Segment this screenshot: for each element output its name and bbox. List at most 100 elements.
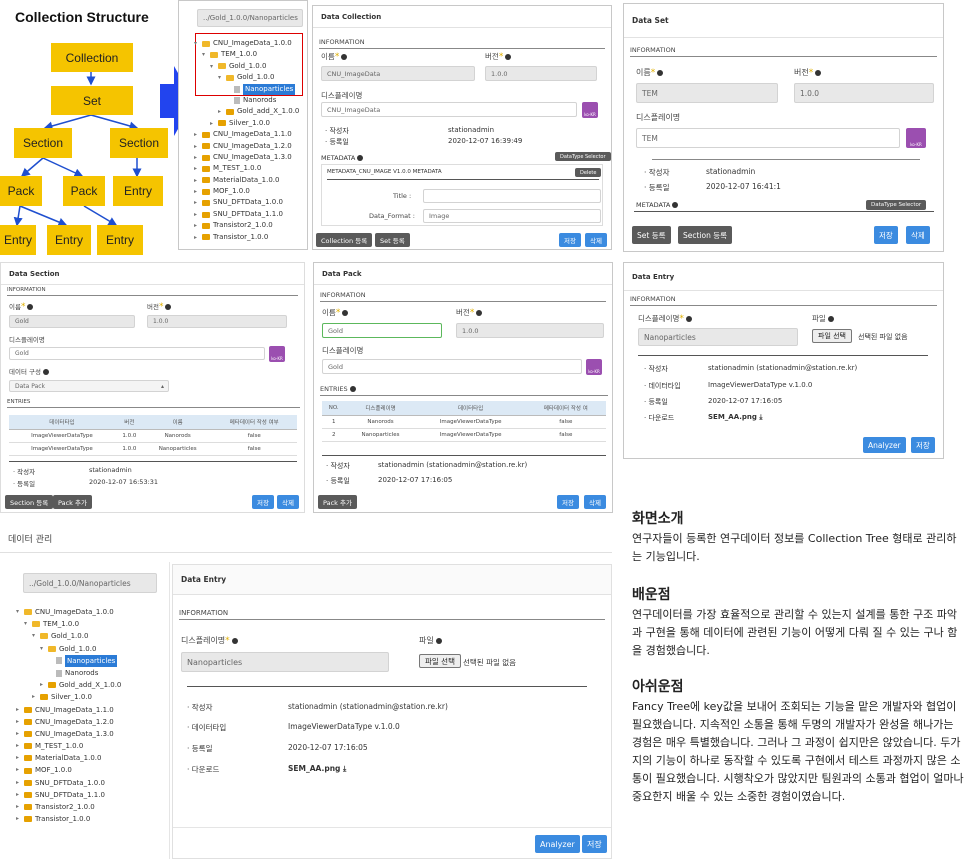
ver-input[interactable]: 1.0.0 xyxy=(456,323,604,338)
tree-item[interactable]: ▸ M_TEST_1.0.0 xyxy=(194,163,299,174)
tree-item[interactable]: Nanorods xyxy=(16,667,121,679)
analyzer-button[interactable]: Analyzer xyxy=(863,437,906,453)
tree-item[interactable]: ▸ CNU_ImageData_1.2.0 xyxy=(194,141,299,152)
delete-button[interactable]: 삭제 xyxy=(906,226,930,244)
tree-item[interactable]: ▸ Gold_add_X_1.0.0 xyxy=(194,106,299,117)
table-row[interactable]: ImageViewerDataType 1.0.0 Nanoparticles fal… xyxy=(9,442,297,456)
tree-item[interactable]: ▾ CNU_ImageData_1.0.0 xyxy=(16,606,121,618)
datatype-selector-button[interactable]: DataType Selector xyxy=(866,200,927,210)
set-register-button[interactable]: Set 등록 xyxy=(632,226,671,244)
date-label: · 등록일 xyxy=(325,138,349,146)
tree-item[interactable]: ▸ CNU_ImageData_1.1.0 xyxy=(16,704,121,716)
tree-path[interactable]: ../Gold_1.0.0/Nanoparticles xyxy=(23,573,157,593)
tree-item[interactable]: ▸ MOF_1.0.0 xyxy=(16,764,121,776)
save-button[interactable]: 저장 xyxy=(582,835,607,853)
tree-item[interactable]: ▾ Gold_1.0.0 xyxy=(16,643,121,655)
section-register-button[interactable]: Section 등록 xyxy=(5,495,54,509)
panel-header: Data Entry xyxy=(173,565,611,595)
tree-item[interactable]: ▸ M_TEST_1.0.0 xyxy=(16,740,121,752)
name-label: 이름* xyxy=(321,51,348,62)
name-label: 이름* xyxy=(9,301,34,312)
ver-input[interactable]: 1.0.0 xyxy=(147,315,287,328)
name-input[interactable]: TEM xyxy=(636,83,778,103)
tree-item[interactable]: ▸ SNU_DFTData_1.0.0 xyxy=(194,197,299,208)
save-button[interactable]: 저장 xyxy=(911,437,935,453)
tree-item[interactable]: ▸ Transistor_1.0.0 xyxy=(16,813,121,825)
tree-item[interactable]: ▸ Transistor_1.0.0 xyxy=(194,232,299,243)
locale-button[interactable]: ko-KR xyxy=(582,102,598,118)
save-button[interactable]: 저장 xyxy=(252,495,274,509)
tree-item[interactable]: ▸ CNU_ImageData_1.2.0 xyxy=(16,716,121,728)
tree-item[interactable]: ▸ Silver_1.0.0 xyxy=(16,691,121,703)
locale-button[interactable]: ko-KR xyxy=(906,128,926,148)
table-row[interactable]: 2 Nanoparticles ImageViewerDataType false xyxy=(322,428,606,442)
tree-item[interactable]: ▸ SNU_DFTData_1.1.0 xyxy=(16,789,121,801)
tree-item[interactable]: ▸ SNU_DFTData_1.0.0 xyxy=(16,777,121,789)
author-value: stationadmin (stationadmin@station.re.kr… xyxy=(378,461,528,469)
file-select-button[interactable]: 파일 선택 xyxy=(812,329,852,343)
tree-item[interactable]: ▸ MaterialData_1.0.0 xyxy=(16,752,121,764)
pack-add-button[interactable]: Pack 추가 xyxy=(53,495,92,509)
file-select-button[interactable]: 파일 선택 xyxy=(419,654,461,668)
tree-item[interactable]: ▸ MaterialData_1.0.0 xyxy=(194,175,299,186)
datatype-selector-button[interactable]: DataType Selector xyxy=(555,152,611,161)
disp-input[interactable]: Gold xyxy=(9,347,265,360)
tree-item[interactable]: ▸ SNU_DFTData_1.1.0 xyxy=(194,209,299,220)
name-input[interactable]: Gold xyxy=(322,323,442,338)
tree-item[interactable]: ▸ Transistor2_1.0.0 xyxy=(194,220,299,231)
tree-item[interactable]: ▾ Gold_1.0.0 xyxy=(194,61,299,72)
comp-select[interactable]: Data Pack ▴ xyxy=(9,380,169,392)
delete-button[interactable]: 삭제 xyxy=(584,495,606,509)
tree-item[interactable]: Nanoparticles xyxy=(16,654,121,667)
collection-register-button[interactable]: Collection 등록 xyxy=(316,233,373,247)
delete-metadata-button[interactable]: Delete xyxy=(575,168,602,177)
tree-item[interactable]: ▸ Gold_add_X_1.0.0 xyxy=(16,679,121,691)
tree-item[interactable]: ▸ Silver_1.0.0 xyxy=(194,118,299,129)
tree-item[interactable]: ▾ TEM_1.0.0 xyxy=(194,49,299,60)
locale-button[interactable]: ko-KR xyxy=(269,346,285,362)
ver-input[interactable]: 1.0.0 xyxy=(485,66,597,81)
tree-item[interactable]: ▸ CNU_ImageData_1.1.0 xyxy=(194,129,299,140)
metadata-label: METADATA xyxy=(636,201,679,209)
delete-button[interactable]: 삭제 xyxy=(277,495,299,509)
node-pack: Pack xyxy=(63,176,105,206)
set-panel: Data Set INFORMATION 이름* 버전* TEM 1.0.0 디… xyxy=(623,3,944,252)
tree-item[interactable]: ▾ Gold_1.0.0 xyxy=(194,72,299,83)
table-row[interactable]: 1 Nanorods ImageViewerDataType false xyxy=(322,415,606,429)
tree-item[interactable]: ▸ CNU_ImageData_1.3.0 xyxy=(16,728,121,740)
tree-item[interactable]: ▸ Transistor2_1.0.0 xyxy=(16,801,121,813)
table-row[interactable]: ImageViewerDataType 1.0.0 Nanorods false xyxy=(9,429,297,443)
disp-input[interactable]: TEM xyxy=(636,128,900,148)
date-value: 2020-12-07 16:41:1 xyxy=(706,182,781,191)
save-button[interactable]: 저장 xyxy=(557,495,579,509)
tree-item[interactable]: ▾ CNU_ImageData_1.0.0 xyxy=(194,38,299,49)
tree-item[interactable]: ▾ Gold_1.0.0 xyxy=(16,630,121,642)
download-link[interactable]: SEM_AA.png ⤓ xyxy=(708,413,762,422)
disp-input[interactable]: Nanoparticles xyxy=(181,652,389,672)
ver-input[interactable]: 1.0.0 xyxy=(794,83,934,103)
author-value: stationadmin xyxy=(448,126,495,134)
tree-item[interactable]: Nanoparticles xyxy=(194,83,299,95)
save-button[interactable]: 저장 xyxy=(559,233,581,247)
section-register-button[interactable]: Section 등록 xyxy=(678,226,733,244)
locale-button[interactable]: ko-KR xyxy=(586,359,602,375)
tree-item[interactable]: ▸ CNU_ImageData_1.3.0 xyxy=(194,152,299,163)
disp-input[interactable]: Gold xyxy=(322,359,582,374)
pack-add-button[interactable]: Pack 추가 xyxy=(318,495,357,509)
title-input[interactable] xyxy=(423,189,601,203)
tree-item[interactable]: ▸ MOF_1.0.0 xyxy=(194,186,299,197)
tree-item[interactable]: ▾ TEM_1.0.0 xyxy=(16,618,121,630)
name-input[interactable]: CNU_ImageData xyxy=(321,66,475,81)
tree-path[interactable]: ../Gold_1.0.0/Nanoparticles xyxy=(197,9,303,27)
node-pack: Pack xyxy=(0,176,42,206)
disp-input[interactable]: CNU_ImageData xyxy=(321,102,577,117)
disp-input[interactable]: Nanoparticles xyxy=(638,328,798,346)
analyzer-button[interactable]: Analyzer xyxy=(535,835,580,853)
download-link[interactable]: SEM_AA.png ⤓ xyxy=(288,764,346,774)
format-input[interactable]: Image xyxy=(423,209,601,223)
tree-item[interactable]: Nanorods xyxy=(194,95,299,106)
delete-button[interactable]: 삭제 xyxy=(585,233,607,247)
name-input[interactable]: Gold xyxy=(9,315,135,328)
save-button[interactable]: 저장 xyxy=(874,226,898,244)
set-register-button[interactable]: Set 등록 xyxy=(375,233,410,247)
